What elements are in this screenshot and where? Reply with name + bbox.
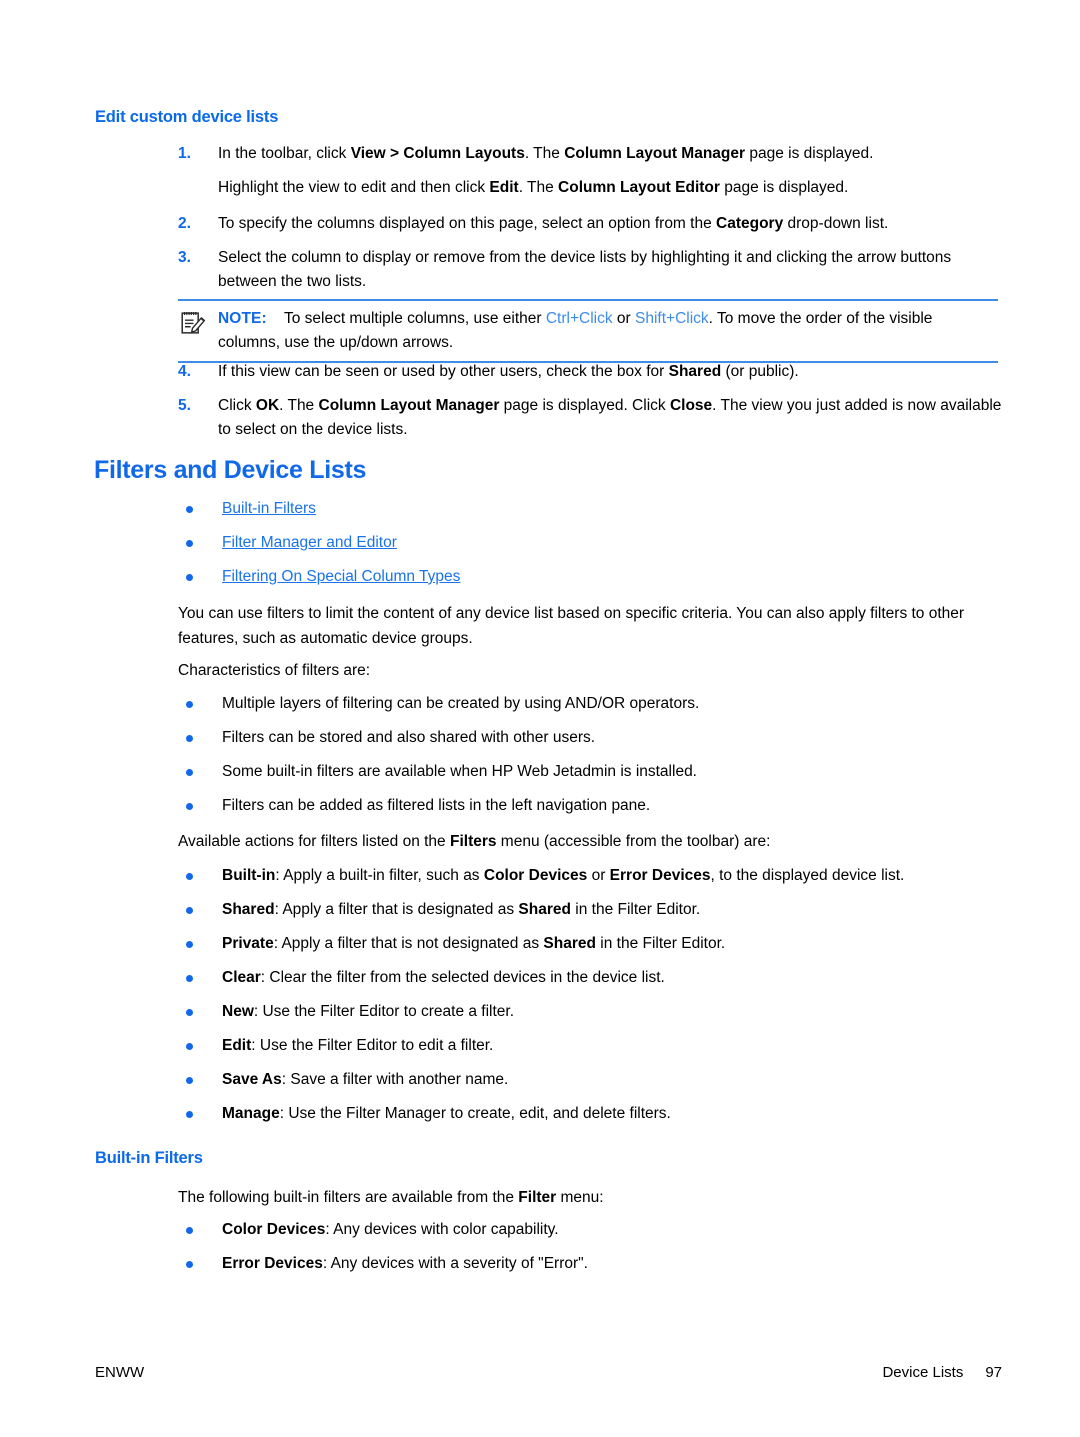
step-number: 5.: [178, 397, 191, 414]
paragraph-builtin-lead: The following built-in filters are avail…: [178, 1185, 1004, 1210]
list-item-text: Shared: Apply a filter that is designate…: [222, 901, 701, 918]
bullet-icon: [186, 941, 193, 948]
bullet-icon: [186, 873, 193, 880]
list-item-text: Private: Apply a filter that is not desi…: [222, 935, 726, 952]
footer-chapter-and-page: Device Lists 97: [882, 1364, 1002, 1381]
list-item-text: Multiple layers of filtering can be crea…: [222, 695, 700, 712]
list-item: Private: Apply a filter that is not desi…: [178, 932, 1006, 956]
ordered-step-list: 1. In the toolbar, click View > Column L…: [178, 142, 1003, 210]
heading-built-in-filters: Built-in Filters: [95, 1149, 203, 1167]
list-item: Filtering On Special Column Types: [178, 565, 1006, 589]
bullet-icon: [186, 540, 193, 547]
list-item: 1. In the toolbar, click View > Column L…: [178, 142, 1003, 166]
bullet-icon: [186, 1227, 193, 1234]
step-text: In the toolbar, click View > Column Layo…: [218, 145, 874, 162]
list-item-text: Some built-in filters are available when…: [222, 763, 697, 780]
page-number: 97: [985, 1364, 1002, 1381]
list-item: 4. If this view can be seen or used by o…: [178, 360, 1003, 384]
list-item: Built-in Filters: [178, 497, 1006, 521]
bullet-icon: [186, 1111, 193, 1118]
filter-actions-list: Built-in: Apply a built-in filter, such …: [178, 864, 1006, 1136]
list-item-text: Filters can be stored and also shared wi…: [222, 729, 596, 746]
list-item: Edit: Use the Filter Editor to edit a fi…: [178, 1034, 1006, 1058]
list-item-text: Manage: Use the Filter Manager to create…: [222, 1105, 671, 1122]
document-page: Edit custom device lists 1. In the toolb…: [0, 0, 1080, 1437]
step-number: 4.: [178, 363, 191, 380]
step-number: 3.: [178, 249, 191, 266]
list-item-text: Error Devices: Any devices with a severi…: [222, 1255, 588, 1272]
list-item: Some built-in filters are available when…: [178, 760, 1006, 784]
bullet-icon: [186, 769, 193, 776]
link-filter-manager-and-editor[interactable]: Filter Manager and Editor: [222, 534, 397, 551]
list-item-text: Color Devices: Any devices with color ca…: [222, 1221, 559, 1238]
bullet-icon: [186, 1261, 193, 1268]
list-item: New: Use the Filter Editor to create a f…: [178, 1000, 1006, 1024]
link-filtering-on-special-column-types[interactable]: Filtering On Special Column Types: [222, 568, 460, 585]
note-pencil-icon: [178, 308, 208, 338]
actions-lead-text: Available actions for filters listed on …: [178, 833, 771, 850]
note-text: To select multiple columns, use either C…: [218, 310, 933, 351]
list-item: Color Devices: Any devices with color ca…: [178, 1218, 1006, 1242]
cross-reference-link-list: Built-in Filters Filter Manager and Edit…: [178, 497, 1006, 599]
footer-chapter: Device Lists: [882, 1364, 964, 1381]
step-text: If this view can be seen or used by othe…: [218, 363, 799, 380]
bullet-icon: [186, 975, 193, 982]
heading-filters-and-device-lists: Filters and Device Lists: [94, 456, 367, 484]
ordered-step-list-3: 4. If this view can be seen or used by o…: [178, 360, 1003, 452]
list-item: 3. Select the column to display or remov…: [178, 246, 1003, 294]
characteristics-list: Multiple layers of filtering can be crea…: [178, 692, 1006, 828]
list-item-text: Clear: Clear the filter from the selecte…: [222, 969, 665, 986]
bullet-icon: [186, 735, 193, 742]
bullet-icon: [186, 1009, 193, 1016]
heading-edit-custom-device-lists: Edit custom device lists: [95, 108, 279, 126]
list-item-text: Edit: Use the Filter Editor to edit a fi…: [222, 1037, 494, 1054]
list-item: Clear: Clear the filter from the selecte…: [178, 966, 1006, 990]
paragraph-characteristics-lead: Characteristics of filters are:: [178, 662, 371, 679]
bullet-icon: [186, 701, 193, 708]
step-number: 2.: [178, 215, 191, 232]
note-body: NOTE: To select multiple columns, use ei…: [178, 307, 998, 355]
note-label: NOTE:: [218, 310, 267, 327]
builtin-filters-list: Color Devices: Any devices with color ca…: [178, 1218, 1006, 1286]
list-item: Built-in: Apply a built-in filter, such …: [178, 864, 1006, 888]
ordered-step-list-2: 2. To specify the columns displayed on t…: [178, 212, 1003, 304]
bullet-icon: [186, 506, 193, 513]
list-item-text: Filters can be added as filtered lists i…: [222, 797, 651, 814]
list-item: Error Devices: Any devices with a severi…: [178, 1252, 1006, 1276]
bullet-icon: [186, 1077, 193, 1084]
step-continuation-text: Highlight the view to edit and then clic…: [218, 179, 849, 196]
note-callout: NOTE: To select multiple columns, use ei…: [178, 299, 998, 363]
list-item-text: New: Use the Filter Editor to create a f…: [222, 1003, 515, 1020]
list-item: Save As: Save a filter with another name…: [178, 1068, 1006, 1092]
bullet-icon: [186, 574, 193, 581]
bullet-icon: [186, 1043, 193, 1050]
builtin-lead-text: The following built-in filters are avail…: [178, 1189, 604, 1206]
step-text: To specify the columns displayed on this…: [218, 215, 889, 232]
list-item: Multiple layers of filtering can be crea…: [178, 692, 1006, 716]
paragraph-actions-lead: Available actions for filters listed on …: [178, 829, 1004, 854]
list-item: 5. Click OK. The Column Layout Manager p…: [178, 394, 1003, 442]
list-item-text: Save As: Save a filter with another name…: [222, 1071, 509, 1088]
list-item: Shared: Apply a filter that is designate…: [178, 898, 1006, 922]
step-number: 1.: [178, 145, 191, 162]
step-text: Select the column to display or remove f…: [218, 249, 952, 290]
paragraph-filters-intro: You can use filters to limit the content…: [178, 605, 965, 647]
footer-locale: ENWW: [95, 1364, 145, 1381]
list-item: Filters can be stored and also shared wi…: [178, 726, 1006, 750]
step-text: Click OK. The Column Layout Manager page…: [218, 397, 1002, 438]
step-continuation: Highlight the view to edit and then clic…: [178, 176, 1003, 200]
list-item-text: Built-in: Apply a built-in filter, such …: [222, 867, 905, 884]
list-item: Filters can be added as filtered lists i…: [178, 794, 1006, 818]
list-item: 2. To specify the columns displayed on t…: [178, 212, 1003, 236]
list-item: Manage: Use the Filter Manager to create…: [178, 1102, 1006, 1126]
bullet-icon: [186, 803, 193, 810]
bullet-icon: [186, 907, 193, 914]
link-built-in-filters[interactable]: Built-in Filters: [222, 500, 316, 517]
list-item: Filter Manager and Editor: [178, 531, 1006, 555]
